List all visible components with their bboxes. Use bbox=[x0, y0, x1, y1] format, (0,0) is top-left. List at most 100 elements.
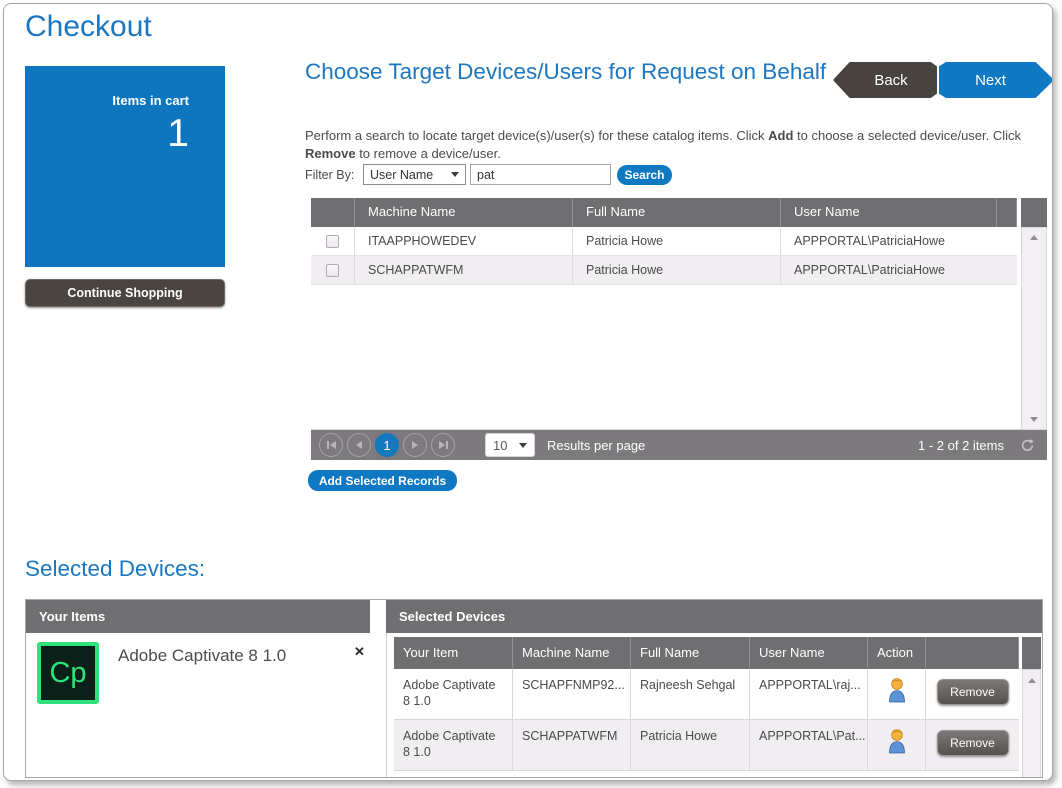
next-page-button[interactable] bbox=[403, 433, 427, 457]
wizard-heading: Choose Target Devices/Users for Request … bbox=[305, 58, 845, 86]
selected-devices-panel: Your Items Selected Devices Cp Adobe Cap… bbox=[25, 599, 1043, 778]
column-header-user-name: User Name bbox=[750, 637, 868, 669]
machine-name-cell: ITAAPPHOWEDEV bbox=[355, 227, 573, 255]
remove-button[interactable]: Remove bbox=[937, 730, 1009, 756]
full-name-cell: Patricia Howe bbox=[573, 227, 781, 255]
instr-part1: Perform a search to locate target device… bbox=[305, 128, 768, 143]
last-page-button[interactable] bbox=[431, 433, 455, 457]
results-grid: Machine Name Full Name User Name ITAAPPH… bbox=[311, 198, 1047, 460]
selected-devices-table-header: Your Item Machine Name Full Name User Na… bbox=[394, 637, 1041, 669]
remove-button[interactable]: Remove bbox=[937, 679, 1009, 705]
selected-device-row: Adobe Captivate 8 1.0 SCHAPFNMP92... Raj… bbox=[394, 669, 1019, 720]
row-checkbox-cell bbox=[311, 256, 355, 284]
continue-shopping-button[interactable]: Continue Shopping bbox=[25, 279, 225, 307]
cart-summary-box: Items in cart 1 bbox=[25, 66, 225, 267]
machine-name-cell: SCHAPPATWFM bbox=[355, 256, 573, 284]
column-header-action: Action bbox=[868, 637, 926, 669]
selected-device-row: Adobe Captivate 8 1.0 SCHAPPATWFM Patric… bbox=[394, 720, 1019, 771]
column-header-remove bbox=[926, 637, 1019, 669]
instr-part2: to choose a selected device/user. Click bbox=[793, 128, 1021, 143]
action-cell bbox=[868, 669, 926, 719]
current-page-button[interactable]: 1 bbox=[375, 433, 399, 457]
scrollbar-down-icon[interactable] bbox=[1030, 417, 1038, 422]
remove-cell: Remove bbox=[926, 720, 1019, 770]
next-button-label: Next bbox=[975, 72, 1006, 89]
page-size-select[interactable]: 10 bbox=[485, 433, 535, 457]
items-in-cart-label: Items in cart bbox=[25, 93, 225, 108]
cart-count: 1 bbox=[25, 112, 225, 156]
last-page-icon bbox=[439, 441, 445, 449]
results-grid-body: ITAAPPHOWEDEV Patricia Howe APPPORTAL\Pa… bbox=[311, 227, 1047, 430]
table-row: ITAAPPHOWEDEV Patricia Howe APPPORTAL\Pa… bbox=[311, 227, 1017, 256]
machine-name-cell: SCHAPPATWFM bbox=[513, 720, 631, 770]
page-title: Checkout bbox=[25, 10, 152, 44]
scrollbar-up-icon[interactable] bbox=[1030, 235, 1038, 240]
chevron-down-icon bbox=[451, 172, 459, 177]
user-name-cell: APPPORTAL\raj... bbox=[750, 669, 868, 719]
filter-by-select[interactable]: User Name bbox=[363, 164, 466, 185]
column-header-user-name[interactable]: User Name bbox=[781, 198, 997, 227]
partial-row bbox=[394, 771, 1019, 778]
user-name-cell: APPPORTAL\PatriciaHowe bbox=[781, 227, 1017, 255]
table-row: SCHAPPATWFM Patricia Howe APPPORTAL\Patr… bbox=[311, 256, 1017, 285]
previous-page-icon bbox=[356, 441, 362, 449]
pagination-bar: 1 10 Results per page 1 - 2 of 2 items bbox=[311, 430, 1047, 460]
scrollbar-header-filler bbox=[1022, 637, 1041, 669]
row-checkbox[interactable] bbox=[326, 235, 339, 248]
filter-by-selected-value: User Name bbox=[370, 168, 451, 182]
page-size-value: 10 bbox=[493, 438, 507, 453]
user-icon bbox=[886, 677, 908, 704]
remove-cell: Remove bbox=[926, 669, 1019, 719]
instr-part3: to remove a device/user. bbox=[356, 146, 501, 161]
your-items-header: Your Items bbox=[26, 600, 370, 633]
action-cell bbox=[868, 720, 926, 770]
refresh-icon[interactable] bbox=[1020, 438, 1035, 453]
filter-by-label: Filter By: bbox=[305, 168, 354, 182]
first-page-icon bbox=[327, 441, 329, 449]
search-input[interactable] bbox=[470, 164, 611, 185]
results-grid-header: Machine Name Full Name User Name bbox=[311, 198, 1047, 227]
column-header-filler bbox=[997, 198, 1017, 227]
results-per-page-label: Results per page bbox=[547, 438, 645, 453]
column-header-machine-name[interactable]: Machine Name bbox=[355, 198, 573, 227]
back-button[interactable]: Back bbox=[833, 62, 937, 98]
scrollbar-up-icon[interactable] bbox=[1028, 678, 1036, 683]
user-icon bbox=[886, 728, 908, 755]
column-header-your-item: Your Item bbox=[394, 637, 513, 669]
next-button[interactable]: Next bbox=[939, 62, 1053, 98]
first-page-button[interactable] bbox=[319, 433, 343, 457]
add-selected-records-button[interactable]: Add Selected Records bbox=[308, 470, 457, 491]
back-button-label: Back bbox=[874, 72, 907, 89]
vertical-scrollbar[interactable] bbox=[1022, 669, 1041, 778]
remove-item-close-icon[interactable]: ✕ bbox=[354, 644, 365, 660]
your-item-cell: Adobe Captivate 8 1.0 bbox=[394, 669, 513, 719]
full-name-cell: Rajneesh Sehgal bbox=[631, 669, 750, 719]
previous-page-button[interactable] bbox=[347, 433, 371, 457]
scrollbar-header-filler bbox=[1021, 198, 1047, 227]
chevron-down-icon bbox=[519, 443, 527, 448]
checkout-page: Checkout Items in cart 1 Continue Shoppi… bbox=[3, 3, 1053, 781]
selected-devices-heading: Selected Devices: bbox=[25, 556, 205, 582]
row-checkbox[interactable] bbox=[326, 264, 339, 277]
instr-remove-bold: Remove bbox=[305, 146, 356, 161]
vertical-scrollbar[interactable] bbox=[1021, 227, 1047, 430]
column-header-full-name[interactable]: Full Name bbox=[573, 198, 781, 227]
row-checkbox-cell bbox=[311, 227, 355, 255]
selected-devices-table: Your Item Machine Name Full Name User Na… bbox=[394, 637, 1041, 778]
column-header-machine-name: Machine Name bbox=[513, 637, 631, 669]
user-name-cell: APPPORTAL\PatriciaHowe bbox=[781, 256, 1017, 284]
cart-item-name: Adobe Captivate 8 1.0 bbox=[118, 646, 286, 666]
search-button[interactable]: Search bbox=[617, 165, 672, 185]
user-name-cell: APPPORTAL\Pat... bbox=[750, 720, 868, 770]
adobe-captivate-icon: Cp bbox=[37, 642, 99, 704]
items-range-label: 1 - 2 of 2 items bbox=[918, 438, 1004, 453]
selected-devices-header: Selected Devices bbox=[386, 600, 1042, 633]
next-page-icon bbox=[412, 441, 418, 449]
column-header-full-name: Full Name bbox=[631, 637, 750, 669]
instructions-text: Perform a search to locate target device… bbox=[305, 127, 1051, 162]
full-name-cell: Patricia Howe bbox=[631, 720, 750, 770]
instr-add-bold: Add bbox=[768, 128, 793, 143]
your-item-cell: Adobe Captivate 8 1.0 bbox=[394, 720, 513, 770]
full-name-cell: Patricia Howe bbox=[573, 256, 781, 284]
machine-name-cell: SCHAPFNMP92... bbox=[513, 669, 631, 719]
